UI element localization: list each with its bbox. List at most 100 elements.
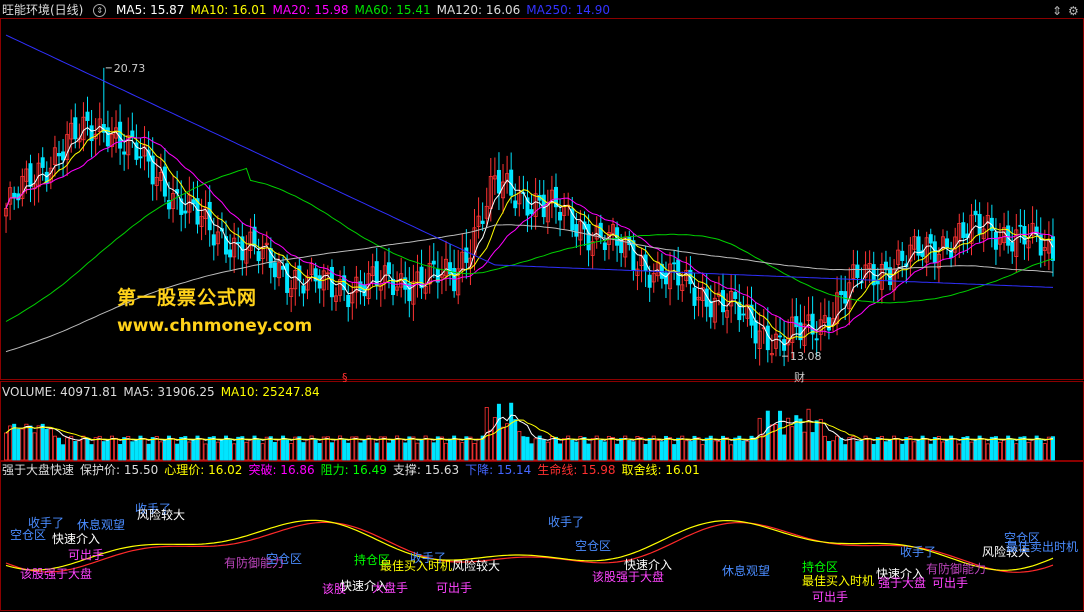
volume-bar xyxy=(606,436,611,461)
volume-bar xyxy=(989,436,994,461)
candle-body xyxy=(480,220,485,224)
volume-bar xyxy=(260,443,265,461)
candle-body xyxy=(513,200,518,209)
volume-bar xyxy=(183,436,188,461)
volume-bar xyxy=(415,442,420,461)
volume-bar xyxy=(162,439,167,461)
signal-label: 空仓区 xyxy=(10,528,47,542)
volume-bar xyxy=(1038,438,1043,461)
volume-bar xyxy=(101,441,106,461)
volume-bar xyxy=(431,442,436,461)
candle-body xyxy=(386,262,391,275)
candle-body xyxy=(961,222,966,238)
volume-bar xyxy=(476,438,481,461)
volume-bar xyxy=(602,441,607,461)
volume-bar xyxy=(549,436,554,461)
volume-bar xyxy=(582,437,587,461)
volume-bar xyxy=(570,439,575,461)
signal-label: 可出手 xyxy=(68,548,105,562)
candle-body xyxy=(122,151,127,155)
volume-bar xyxy=(578,436,583,461)
candle-body xyxy=(932,241,937,264)
volume-bar xyxy=(146,443,151,461)
volume-bar xyxy=(69,435,74,461)
indicator-header: 强于大盘快速 保护价: 15.50 心理价: 16.02 突破: 16.86 阻力: 1… xyxy=(2,461,706,479)
volume-bar xyxy=(700,444,705,461)
volume-bar xyxy=(704,437,709,461)
volume-bar xyxy=(835,435,840,461)
volume-bar xyxy=(403,442,408,461)
volume-bar xyxy=(191,439,196,461)
chart-title: 旺能环境(日线) xyxy=(2,3,84,17)
volume-bar xyxy=(85,437,90,461)
volume-bar xyxy=(150,437,155,461)
finance-marker: 财 xyxy=(794,370,805,384)
volume-bar xyxy=(1050,436,1055,461)
watermark-title: 第一股票公式网 xyxy=(117,287,258,309)
signal-label: 快速介入 xyxy=(52,532,101,546)
volume-bar xyxy=(619,438,624,461)
candle-body xyxy=(814,338,819,341)
candle-body xyxy=(558,211,563,221)
chevron-up-down-icon[interactable]: ⇕ xyxy=(93,4,107,17)
candle-body xyxy=(993,231,998,250)
volume-bar xyxy=(342,438,347,461)
ma5-line xyxy=(5,125,1054,346)
volume-bar xyxy=(114,437,119,461)
candle-body xyxy=(118,121,123,149)
volume-bar xyxy=(297,436,302,461)
volume-bar xyxy=(321,436,326,461)
volume-bar xyxy=(219,439,224,461)
volume-bar xyxy=(61,444,66,461)
volume-bar xyxy=(199,438,204,461)
volume-bar xyxy=(89,444,94,461)
gear-icon[interactable]: ⚙ xyxy=(1068,4,1079,18)
volume-bar xyxy=(558,443,563,461)
volume-bar xyxy=(574,441,579,461)
volume-bar xyxy=(867,437,872,461)
candle-body xyxy=(431,260,436,265)
volume-bar xyxy=(1010,438,1015,461)
volume-bar xyxy=(765,410,770,461)
volume-bar xyxy=(305,439,310,461)
volume-bar xyxy=(240,436,245,461)
volume-bar xyxy=(272,442,277,461)
candle-body xyxy=(1018,224,1023,227)
volume-bar xyxy=(973,439,978,461)
candle-body xyxy=(346,294,351,308)
volume-bar xyxy=(435,436,440,461)
volume-bar xyxy=(659,441,664,461)
volume-bar xyxy=(802,431,807,461)
signal-label: 可出手 xyxy=(932,576,969,590)
volume-bar xyxy=(883,441,888,461)
candle-body xyxy=(741,313,746,316)
volume-bar xyxy=(517,431,522,461)
volume-bar xyxy=(778,410,783,461)
volume-bar xyxy=(545,441,550,461)
volume-bar xyxy=(256,438,261,461)
volume-bar xyxy=(696,437,701,461)
volume-bar xyxy=(912,441,917,461)
chevron-up-down-icon[interactable]: ⇕ xyxy=(1052,4,1062,18)
volume-bar xyxy=(716,440,721,461)
signal-label: 风险较大 xyxy=(137,508,186,522)
volume-bar xyxy=(509,402,514,461)
volume-bar xyxy=(871,444,876,461)
volume-bar xyxy=(175,443,180,461)
volume-bar xyxy=(839,437,844,461)
volume-bar xyxy=(456,439,461,461)
volume-bar xyxy=(985,443,990,461)
candle-body xyxy=(138,156,143,159)
volume-bar xyxy=(28,425,33,461)
volume-bar xyxy=(598,439,603,461)
candle-body xyxy=(945,238,950,249)
volume-bar xyxy=(105,440,110,461)
volume-bar xyxy=(655,440,660,461)
indicator-label-1: 保护价: 15.50 xyxy=(80,463,159,477)
volume-bar xyxy=(688,441,693,461)
candle-body xyxy=(272,262,277,278)
volume-bar xyxy=(407,436,412,461)
volume-bar xyxy=(676,437,681,461)
volume-bar xyxy=(1042,443,1047,461)
volume-bar xyxy=(888,440,893,461)
